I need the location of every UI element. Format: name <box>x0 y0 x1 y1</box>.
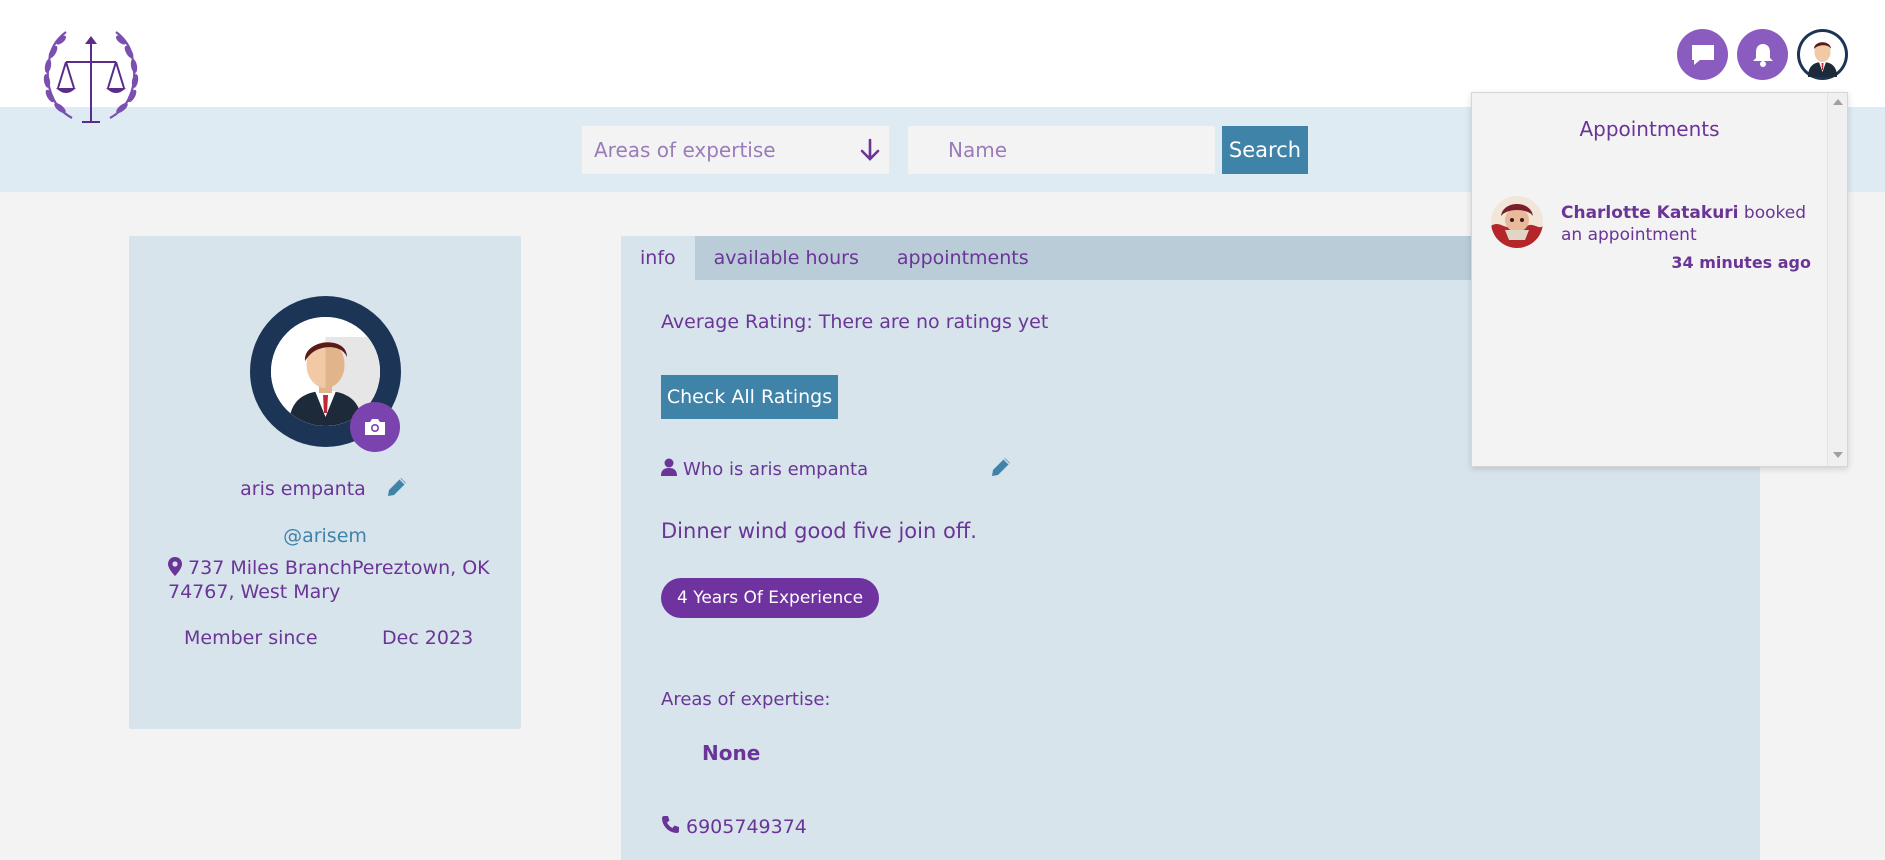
profile-name: aris empanta <box>129 474 521 505</box>
appointments-dropdown-title: Appointments <box>1579 117 1720 141</box>
top-navigation-bar <box>0 0 1885 107</box>
tab-info[interactable]: info <box>621 236 695 280</box>
arrow-down-icon <box>859 138 881 167</box>
profile-card: aris empanta @arisem 737 Miles BranchPer… <box>129 236 521 729</box>
person-icon <box>661 458 677 481</box>
address-text: 737 Miles BranchPereztown, OK 74767, Wes… <box>168 557 490 603</box>
member-since-label: Member since <box>184 627 318 649</box>
change-photo-camera-icon[interactable] <box>350 402 400 452</box>
profile-handle[interactable]: @arisem <box>129 525 521 547</box>
areas-of-expertise-label: Areas of expertise: <box>661 689 831 710</box>
notification-avatar <box>1491 196 1543 248</box>
scroll-up-arrow-icon[interactable] <box>1833 99 1843 105</box>
dropdown-scrollbar[interactable] <box>1827 93 1847 466</box>
expertise-select-label: Areas of expertise <box>594 138 776 162</box>
notification-time: 34 minutes ago <box>1671 253 1811 272</box>
phone-icon <box>661 815 680 839</box>
expertise-select[interactable]: Areas of expertise <box>582 126 889 174</box>
areas-of-expertise-value: None <box>702 741 761 765</box>
chat-icon[interactable] <box>1677 29 1728 80</box>
member-since-value: Dec 2023 <box>382 627 474 649</box>
check-all-ratings-button[interactable]: Check All Ratings <box>661 375 838 419</box>
scales-of-justice-logo[interactable] <box>42 26 140 130</box>
notification-text: Charlotte Katakuri booked an appointment <box>1561 202 1811 246</box>
scroll-down-arrow-icon[interactable] <box>1833 452 1843 458</box>
bell-icon[interactable] <box>1737 29 1788 80</box>
phone-number: 6905749374 <box>686 816 807 838</box>
who-is-heading: Who is aris empanta <box>661 458 868 481</box>
edit-name-pencil-icon[interactable] <box>384 474 410 505</box>
search-button[interactable]: Search <box>1222 126 1308 174</box>
average-rating-text: Average Rating: There are no ratings yet <box>661 311 1049 333</box>
profile-address: 737 Miles BranchPereztown, OK 74767, Wes… <box>168 556 498 604</box>
profile-name-text: aris empanta <box>240 478 366 500</box>
phone-row: 6905749374 <box>661 815 807 839</box>
name-search-input[interactable] <box>908 126 1215 174</box>
who-is-text: Who is aris empanta <box>683 459 869 480</box>
bio-text: Dinner wind good five join off. <box>661 519 977 543</box>
appointments-dropdown: Appointments Charlotte Katakuri booked a… <box>1471 92 1848 467</box>
edit-bio-pencil-icon[interactable] <box>988 454 1014 484</box>
user-avatar[interactable] <box>1797 29 1848 80</box>
map-pin-icon <box>168 557 188 579</box>
tab-appointments[interactable]: appointments <box>878 236 1048 280</box>
experience-badge: 4 Years Of Experience <box>661 578 880 618</box>
notification-item[interactable]: Charlotte Katakuri booked an appointment… <box>1491 196 1811 276</box>
tab-available-hours[interactable]: available hours <box>695 236 878 280</box>
top-icon-group <box>1677 29 1848 80</box>
notification-sender: Charlotte Katakuri <box>1561 203 1739 223</box>
